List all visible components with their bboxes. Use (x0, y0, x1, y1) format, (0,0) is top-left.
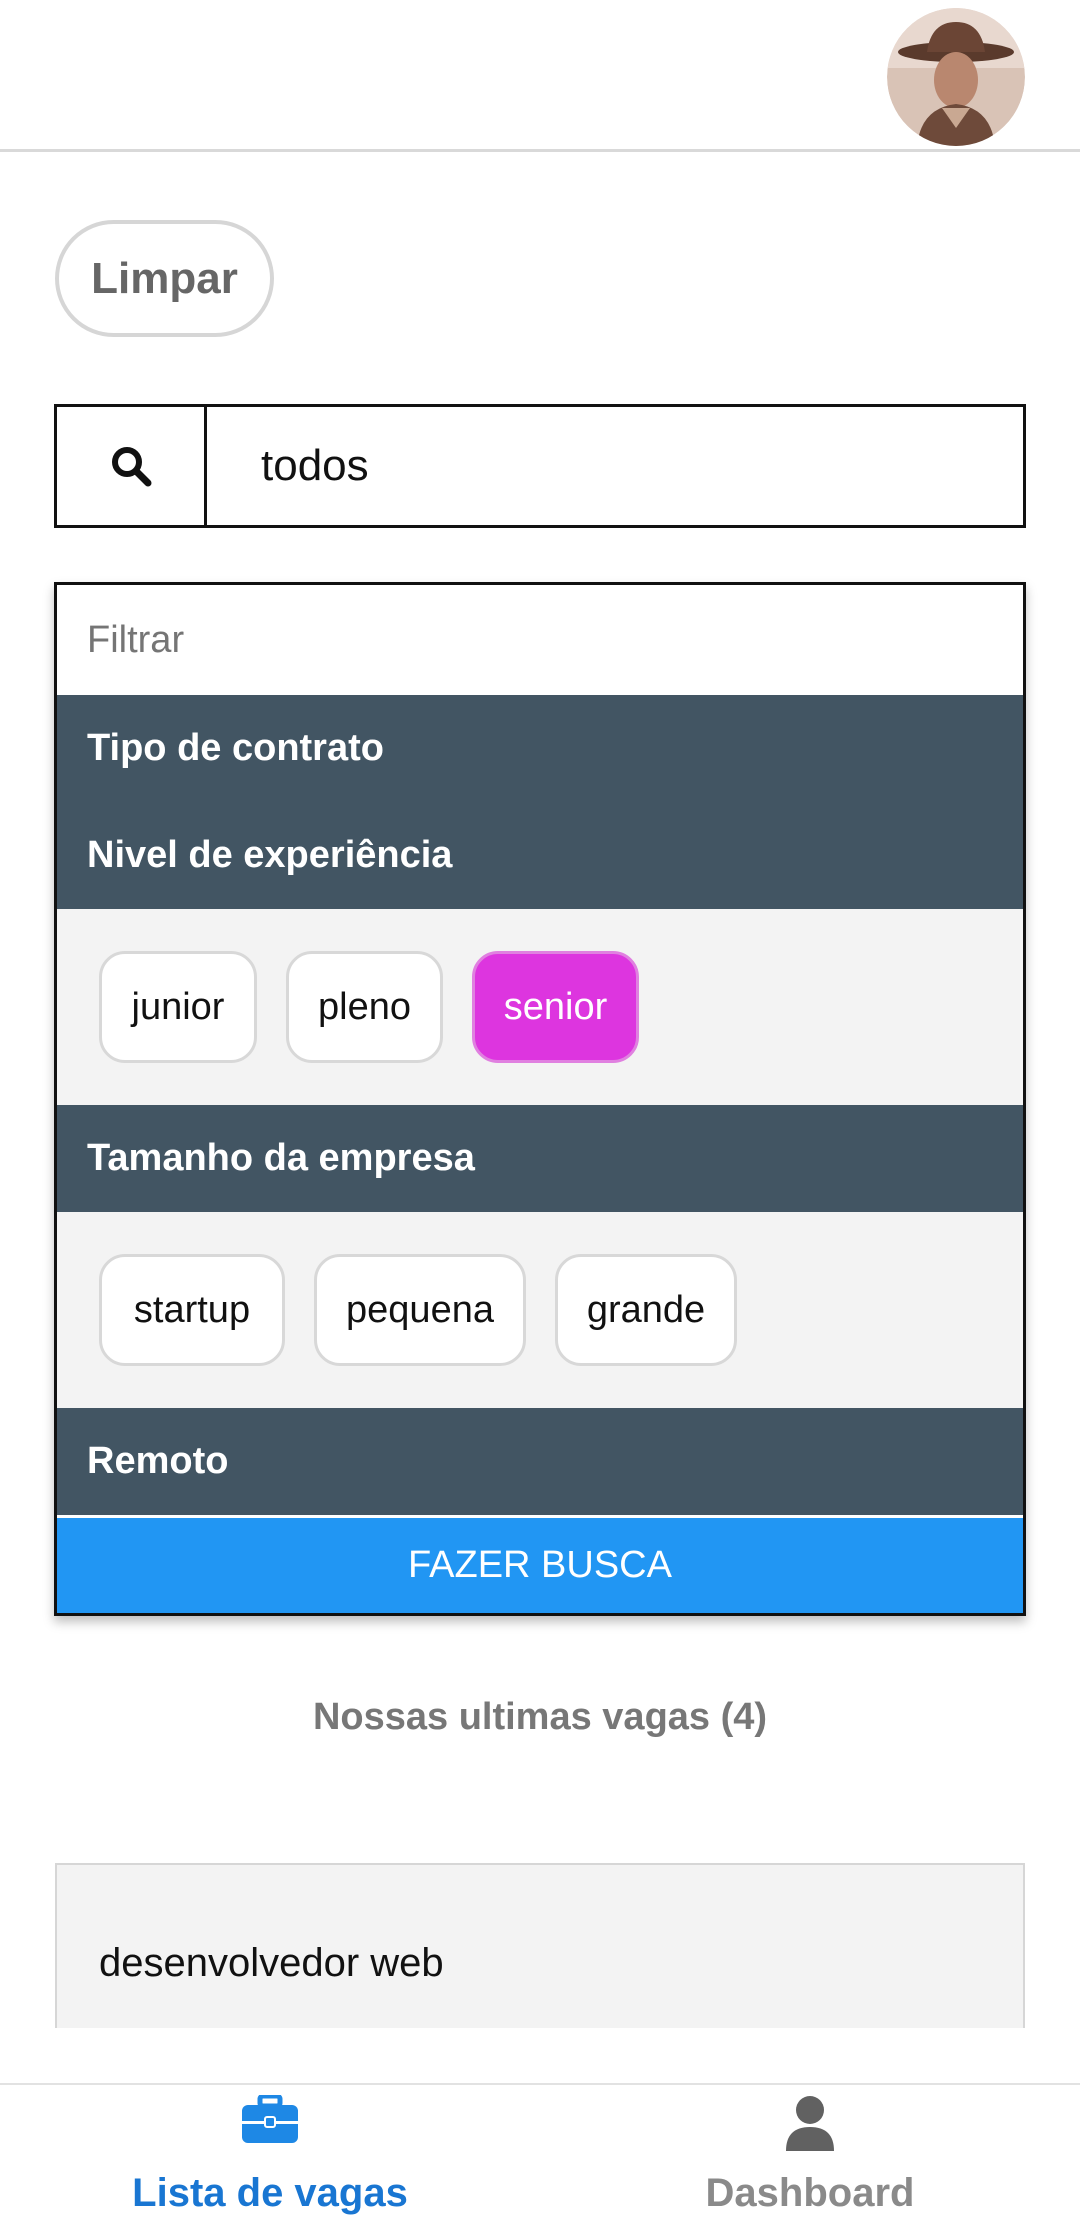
section-remote[interactable]: Remoto (57, 1408, 1023, 1515)
nav-label-dashboard: Dashboard (705, 2171, 915, 2215)
nav-label-job-list: Lista de vagas (132, 2171, 408, 2215)
submit-search-button[interactable]: FAZER BUSCA (57, 1518, 1023, 1613)
search-icon (111, 447, 151, 487)
experience-level-chips: junior pleno senior (57, 909, 1023, 1105)
chip-junior[interactable]: junior (99, 951, 257, 1063)
chip-pleno[interactable]: pleno (286, 951, 443, 1063)
bottom-navigation: Lista de vagas Dashboard (0, 2083, 1080, 2220)
app-header (0, 0, 1080, 152)
section-company-size[interactable]: Tamanho da empresa (57, 1105, 1023, 1212)
job-card[interactable]: desenvolvedor web (55, 1863, 1025, 2028)
search-box[interactable]: todos (54, 404, 1026, 528)
person-icon (786, 2096, 834, 2151)
latest-jobs-title: Nossas ultimas vagas (4) (312, 1696, 768, 1738)
job-title: desenvolvedor web (99, 1941, 444, 1985)
user-avatar[interactable] (887, 8, 1025, 146)
chip-startup[interactable]: startup (99, 1254, 285, 1366)
search-button[interactable] (57, 407, 207, 525)
avatar-portrait-icon (887, 8, 1025, 146)
chip-grande[interactable]: grande (555, 1254, 737, 1366)
filter-input[interactable]: Filtrar (57, 585, 1023, 695)
company-size-chips: startup pequena grande (57, 1212, 1023, 1408)
search-input[interactable]: todos (207, 407, 1023, 525)
section-experience-level[interactable]: Nivel de experiência (57, 802, 1023, 909)
nav-item-job-list[interactable]: Lista de vagas (0, 2085, 540, 2220)
filter-panel: Filtrar Tipo de contrato Nivel de experi… (54, 582, 1026, 1616)
chip-pequena[interactable]: pequena (314, 1254, 526, 1366)
briefcase-icon (242, 2095, 298, 2143)
nav-item-dashboard[interactable]: Dashboard (540, 2085, 1080, 2220)
chip-senior[interactable]: senior (472, 951, 639, 1063)
clear-filters-button[interactable]: Limpar (55, 220, 274, 337)
section-contract-type[interactable]: Tipo de contrato (57, 695, 1023, 802)
